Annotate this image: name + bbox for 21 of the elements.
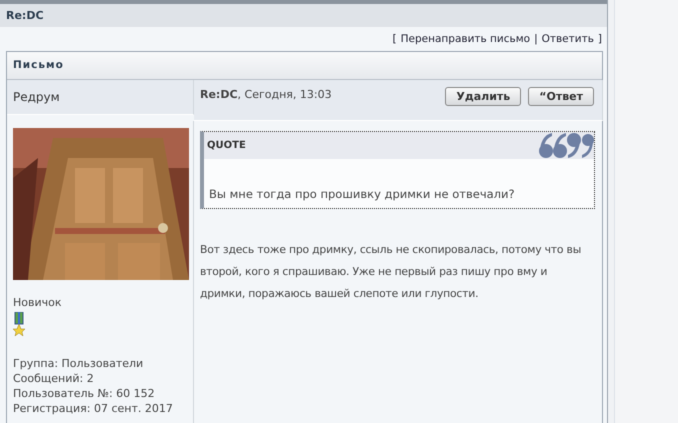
author-info: Группа: Пользователи [13,356,144,371]
quote-icon [538,131,594,160]
author-info: Пользователь №: 60 152 [13,386,156,401]
medal-icon [13,312,25,336]
rank-label: Новичок [13,296,63,309]
post-button[interactable]: “Ответ [528,87,594,106]
author-name[interactable]: Редрум [13,90,60,104]
topic-title: Re:DC [6,8,44,22]
bracket: [ [392,33,397,46]
letter-title: Письмо [13,59,64,72]
author-info: Регистрация: 07 сент. 2017 [13,400,174,416]
quote-text: Вы мне тогда про прошивку дримки не отвечали? [209,186,515,201]
action-link[interactable]: Ответить [542,33,594,46]
action-link[interactable]: Перенаправить письмо [400,33,530,46]
post-text: Вот здесь тоже про дримку, ссыль не скопировалась, потому что вы второй, кого я спрашиваю. Уже не первый раз пишу про вму и дримки, поражаюсь вашей слепоте или глупости. [200,242,582,302]
post-button[interactable]: Удалить [445,87,522,106]
post-header: Re:DC, Сегодня, 13:03 [200,88,332,101]
author-info: Сообщений: 2 [13,370,95,386]
separator: | [534,33,538,46]
quote-title: QUOTE [207,140,246,151]
bracket: ] [598,33,602,46]
